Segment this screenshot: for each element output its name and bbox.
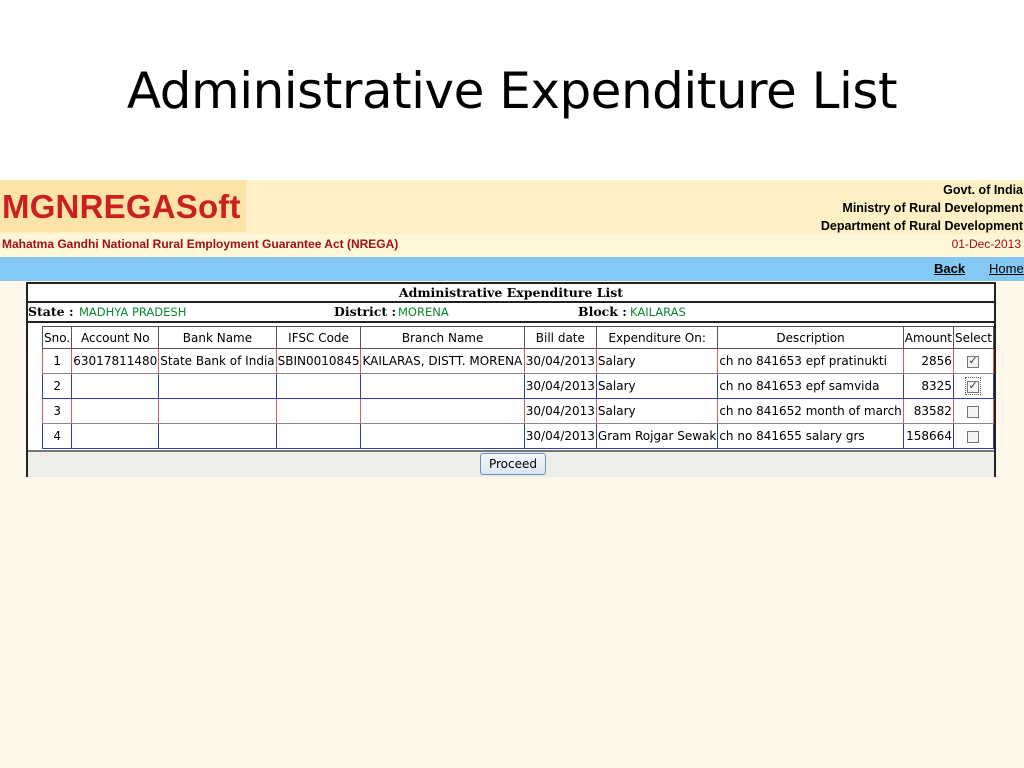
block-value: KAILARAS <box>630 305 686 319</box>
select-checkbox-wrap <box>965 352 981 370</box>
select-checkbox[interactable] <box>967 354 980 368</box>
location-row: State : MADHYA PRADESH District : MORENA… <box>28 303 994 323</box>
cell-sno: 4 <box>41 423 73 449</box>
cell-bank <box>158 398 277 424</box>
table-row: 2 30/04/2013 Salary ch no 841653 epf sam… <box>41 373 995 399</box>
nav-bar: Back Home <box>0 257 1024 281</box>
expenditure-panel: Administrative Expenditure List State : … <box>26 282 996 477</box>
cell-amount: 8325 <box>902 373 954 399</box>
table-row: 3 30/04/2013 Salary ch no 841652 month o… <box>41 398 995 424</box>
proceed-button[interactable]: Proceed <box>480 453 546 475</box>
col-branch-name: Branch Name <box>360 326 525 349</box>
cell-branch: KAILARAS, DISTT. MORENA <box>360 348 525 374</box>
cell-amount: 2856 <box>902 348 954 374</box>
cell-account <box>71 398 160 424</box>
govt-line-2: Ministry of Rural Development <box>842 201 1023 215</box>
action-row: Proceed <box>28 450 994 477</box>
cell-select <box>952 423 995 449</box>
select-checkbox[interactable] <box>967 379 980 393</box>
cell-ifsc <box>275 398 362 424</box>
select-checkbox-wrap <box>965 427 981 445</box>
cell-bill-date: 30/04/2013 <box>523 423 597 449</box>
cell-ifsc <box>275 423 362 449</box>
cell-bill-date: 30/04/2013 <box>523 398 597 424</box>
cell-description: ch no 841652 month of march <box>717 398 904 424</box>
col-select: Select <box>952 326 995 349</box>
cell-bill-date: 30/04/2013 <box>523 373 597 399</box>
cell-account: 63017811480 <box>71 348 160 374</box>
cell-expenditure: Salary <box>595 373 719 399</box>
cell-branch <box>360 398 525 424</box>
state-value: MADHYA PRADESH <box>79 305 187 319</box>
cell-select <box>952 373 995 399</box>
cell-sno: 1 <box>41 348 73 374</box>
slide-title-area: Administrative Expenditure List <box>0 0 1024 180</box>
col-description: Description <box>717 326 904 349</box>
district-label: District : <box>334 304 397 319</box>
district-value: MORENA <box>398 305 449 319</box>
cell-description: ch no 841653 epf pratinukti <box>717 348 904 374</box>
govt-line-1: Govt. of India <box>943 183 1023 197</box>
col-account-no: Account No <box>71 326 160 349</box>
cell-description: ch no 841655 salary grs <box>717 423 904 449</box>
site-header: MGNREGASoft Govt. of India Ministry of R… <box>0 180 1024 234</box>
cell-bank: State Bank of India <box>158 348 277 374</box>
cell-sno: 2 <box>41 373 73 399</box>
select-checkbox[interactable] <box>967 430 980 443</box>
cell-amount: 158664 <box>902 423 954 449</box>
cell-branch <box>360 373 525 399</box>
cell-bank <box>158 373 277 399</box>
table-header-row: Sno. Account No Bank Name IFSC Code Bran… <box>41 326 995 349</box>
cell-expenditure: Salary <box>595 348 719 374</box>
cell-branch <box>360 423 525 449</box>
col-ifsc-code: IFSC Code <box>275 326 362 349</box>
col-bill-date: Bill date <box>523 326 597 349</box>
panel-title: Administrative Expenditure List <box>28 284 994 303</box>
cell-select <box>952 348 995 374</box>
cell-description: ch no 841653 epf samvida <box>717 373 904 399</box>
expenditure-table: Sno. Account No Bank Name IFSC Code Bran… <box>41 326 995 449</box>
select-checkbox[interactable] <box>967 405 980 418</box>
home-link[interactable]: Home <box>989 261 1024 276</box>
col-sno: Sno. <box>41 326 73 349</box>
cell-select <box>952 398 995 424</box>
col-expenditure-on: Expenditure On: <box>595 326 719 349</box>
cell-ifsc: SBIN0010845 <box>275 348 362 374</box>
cell-ifsc <box>275 373 362 399</box>
cell-account <box>71 423 160 449</box>
select-checkbox-wrap <box>965 402 981 420</box>
cell-bill-date: 30/04/2013 <box>523 348 597 374</box>
block-label: Block : <box>578 304 627 319</box>
cell-bank <box>158 423 277 449</box>
act-name: Mahatma Gandhi National Rural Employment… <box>2 237 399 251</box>
state-label: State : <box>28 304 74 319</box>
cell-sno: 3 <box>41 398 73 424</box>
slide-title: Administrative Expenditure List <box>126 62 898 120</box>
select-checkbox-wrap <box>965 377 982 395</box>
table-row: 4 30/04/2013 Gram Rojgar Sewak ch no 841… <box>41 423 995 449</box>
logo-area: MGNREGASoft <box>0 180 246 232</box>
cell-expenditure: Gram Rojgar Sewak <box>595 423 719 449</box>
col-bank-name: Bank Name <box>158 326 277 349</box>
cell-account <box>71 373 160 399</box>
current-date: 01-Dec-2013 <box>951 237 1021 251</box>
cell-expenditure: Salary <box>595 398 719 424</box>
back-link[interactable]: Back <box>934 261 965 276</box>
sub-header: Mahatma Gandhi National Rural Employment… <box>0 234 1024 256</box>
cell-amount: 83582 <box>902 398 954 424</box>
govt-info: Govt. of India Ministry of Rural Develop… <box>821 181 1023 235</box>
table-row: 1 63017811480 State Bank of India SBIN00… <box>41 348 995 374</box>
col-amount: Amount <box>902 326 954 349</box>
govt-line-3: Department of Rural Development <box>820 219 1023 233</box>
site-logo: MGNREGASoft <box>2 188 241 225</box>
